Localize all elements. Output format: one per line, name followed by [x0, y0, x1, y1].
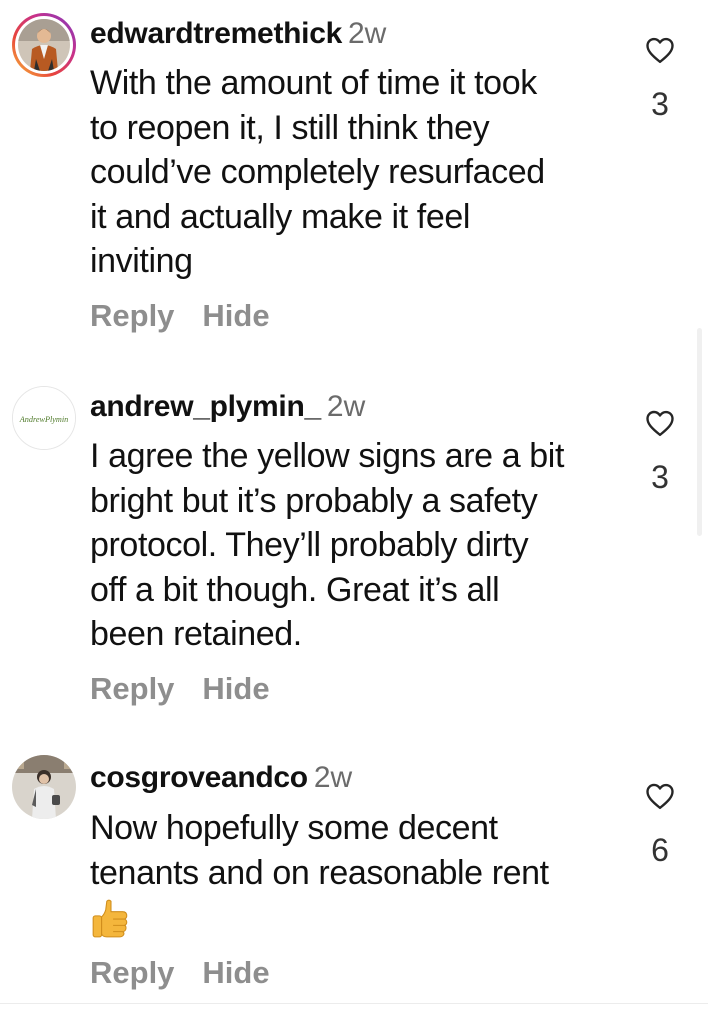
reply-button[interactable]: Reply	[90, 298, 174, 334]
comment-text-line: it and actually make it feel	[90, 197, 470, 236]
svg-text:AndrewPlymin: AndrewPlymin	[19, 415, 69, 424]
comment-text-line: off a bit though. Great it’s all	[90, 570, 500, 609]
hide-button[interactable]: Hide	[202, 955, 269, 991]
profile-photo-icon	[12, 755, 76, 819]
username[interactable]: cosgroveandco	[90, 761, 308, 794]
scrollbar[interactable]	[697, 328, 702, 536]
timestamp: 2w	[313, 761, 353, 794]
hide-button[interactable]: Hide	[202, 298, 269, 334]
like-count: 6	[651, 832, 669, 868]
username[interactable]: andrew_plymin_	[90, 390, 321, 423]
heart-outline-icon[interactable]	[645, 782, 675, 810]
like-control: 6	[640, 782, 680, 868]
avatar[interactable]	[12, 13, 76, 77]
like-count: 3	[651, 86, 669, 122]
comment-text: Now hopefully some decent tenants and on…	[90, 806, 620, 939]
comments-feed: edwardtremethick 2w With the amount of ti…	[0, 0, 708, 1024]
comment-actions: Reply Hide	[90, 298, 270, 334]
comment-header: andrew_plymin_ 2w	[90, 389, 365, 425]
reply-button[interactable]: Reply	[90, 671, 174, 707]
comment-text-line: Now hopefully some decent	[90, 809, 498, 847]
comment-text: I agree the yellow signs are a bit brigh…	[90, 434, 620, 657]
comment-actions: Reply Hide	[90, 955, 270, 991]
heart-outline-icon[interactable]	[645, 36, 675, 64]
thumbs-up-emoji	[92, 899, 128, 938]
comment-header: cosgroveandco 2w	[90, 760, 352, 796]
andrew-plymin-logo: AndrewPlymin	[13, 387, 75, 449]
comment-actions: Reply Hide	[90, 671, 270, 707]
like-control: 3	[640, 409, 680, 495]
comment-text-line: to reopen it, I still think they	[90, 108, 490, 147]
comment-text-line: been retained.	[90, 615, 302, 653]
comment-header: edwardtremethick 2w	[90, 16, 386, 52]
like-count: 3	[651, 459, 669, 495]
comment-text-line: inviting	[90, 242, 193, 280]
comment-text-line: bright but it’s probably a safety	[90, 481, 538, 520]
hide-button[interactable]: Hide	[202, 671, 269, 707]
comment-text-line: tenants and on reasonable rent	[90, 853, 549, 892]
avatar[interactable]: AndrewPlymin	[12, 386, 76, 450]
profile-photo-icon	[18, 19, 70, 71]
timestamp: 2w	[326, 390, 366, 423]
comment-text-line: With the amount of time it took	[90, 64, 537, 102]
divider	[0, 1003, 708, 1004]
comment-text-line: protocol. They’ll probably dirty	[90, 526, 529, 564]
comment-text: With the amount of time it took to reope…	[90, 61, 620, 284]
username[interactable]: edwardtremethick	[90, 17, 342, 50]
comment-text-line: could’ve completely resurfaced	[90, 153, 545, 191]
heart-outline-icon[interactable]	[645, 409, 675, 437]
comment-text-line: I agree the yellow signs are a bit	[90, 437, 565, 475]
timestamp: 2w	[347, 17, 387, 50]
reply-button[interactable]: Reply	[90, 955, 174, 991]
avatar[interactable]	[12, 755, 76, 819]
like-control: 3	[640, 36, 680, 122]
